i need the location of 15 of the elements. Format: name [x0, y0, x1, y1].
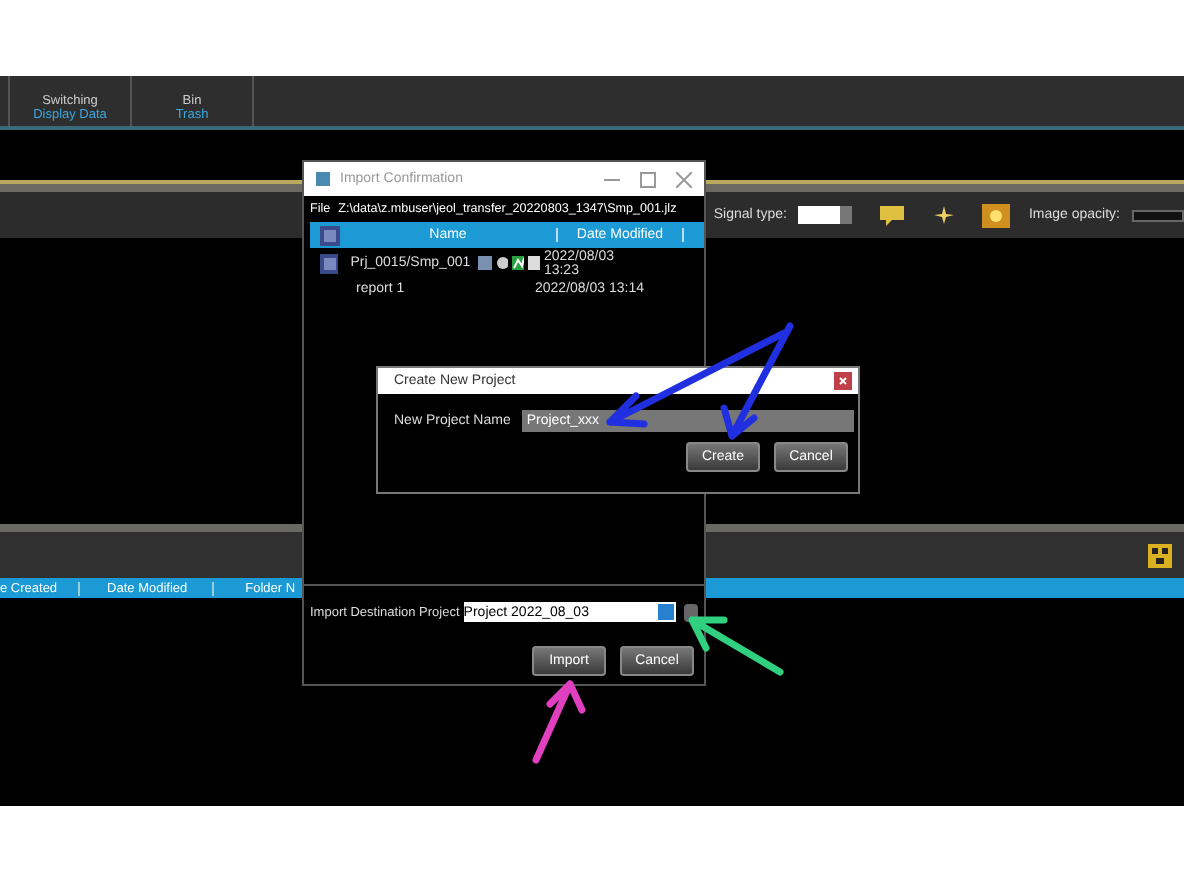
maximize-icon[interactable] — [640, 171, 656, 187]
globe-icon — [495, 256, 508, 270]
chart-icon — [512, 256, 525, 270]
close-icon[interactable] — [834, 372, 852, 390]
close-icon[interactable] — [676, 171, 692, 187]
list-icon — [320, 225, 340, 245]
sample-icon — [320, 253, 339, 273]
annotation-arrow — [532, 680, 586, 764]
grid-icon[interactable] — [1148, 543, 1172, 567]
opacity-bar[interactable] — [1132, 209, 1184, 221]
speech-bubble-icon[interactable] — [878, 204, 907, 226]
signal-type-dropdown[interactable] — [798, 206, 853, 224]
app-icon — [314, 170, 332, 188]
document-icon — [528, 256, 540, 270]
annotation-arrow — [688, 616, 784, 676]
